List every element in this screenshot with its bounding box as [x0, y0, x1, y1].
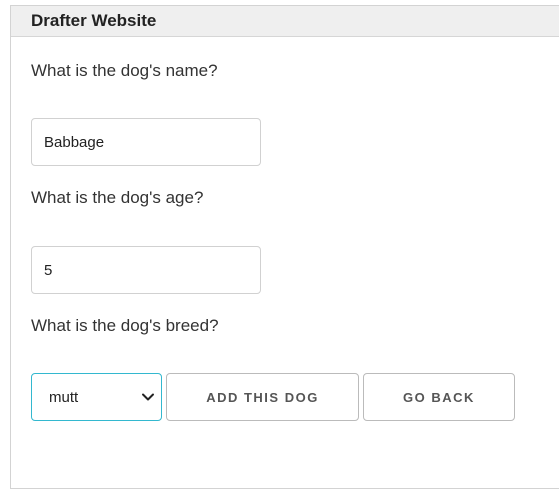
dog-breed-label: What is the dog's breed? [31, 316, 219, 335]
chevron-down-icon [138, 387, 158, 407]
go-back-button[interactable]: GO BACK [363, 373, 515, 421]
site-title: Drafter Website [31, 11, 157, 30]
dog-age-label: What is the dog's age? [31, 188, 204, 207]
dog-age-input[interactable] [31, 246, 261, 294]
page-frame: Drafter Website What is the dog's name? … [10, 5, 559, 489]
dog-name-label: What is the dog's name? [31, 61, 218, 80]
add-dog-button[interactable]: ADD THIS DOG [166, 373, 359, 421]
dog-breed-selected-value: mutt [49, 388, 79, 406]
dog-breed-select[interactable]: mutt [31, 373, 162, 421]
dog-name-input[interactable] [31, 118, 261, 166]
site-header: Drafter Website [11, 6, 559, 37]
